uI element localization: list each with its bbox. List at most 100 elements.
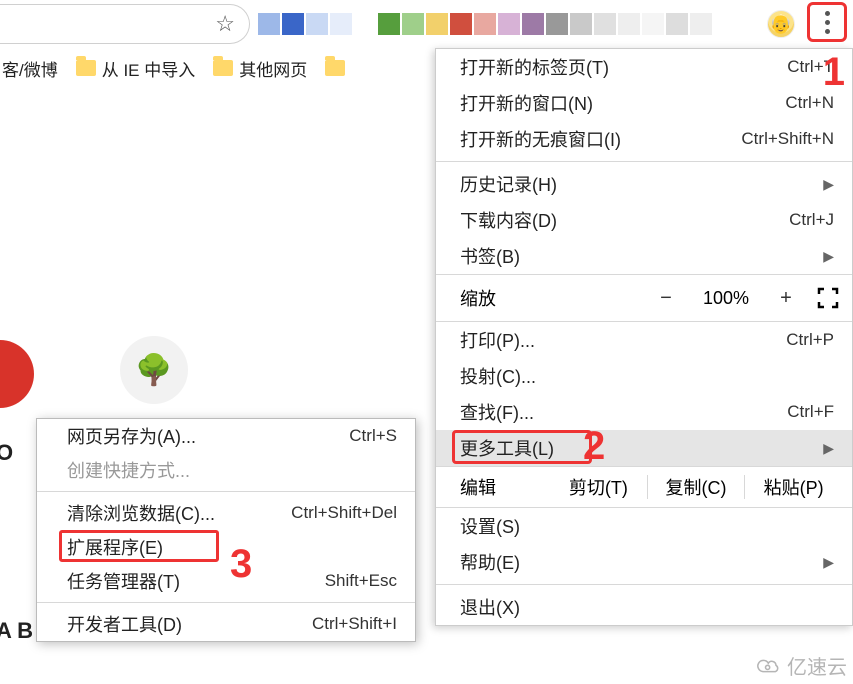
- site-shortcut-circle[interactable]: [0, 340, 34, 408]
- menu-item[interactable]: 帮助(E)▶: [436, 544, 852, 580]
- annotation-number-2: 2: [583, 424, 605, 469]
- folder-icon: [325, 60, 345, 76]
- bookmark-label: 从 IE 中导入: [102, 56, 196, 81]
- folder-icon: [76, 60, 96, 76]
- edit-label: 编辑: [460, 474, 550, 500]
- menu-zoom-row: 缩放 − 100% +: [436, 274, 852, 322]
- color-swatch: [282, 13, 304, 35]
- menu-item[interactable]: 退出(X): [436, 589, 852, 625]
- watermark: 亿速云: [755, 651, 847, 680]
- color-swatch: [522, 13, 544, 35]
- bookmark-item[interactable]: [325, 60, 345, 76]
- color-swatch: [426, 13, 448, 35]
- chevron-right-icon: ▶: [823, 248, 834, 265]
- address-bar-tail[interactable]: ☆: [0, 4, 250, 44]
- zoom-label: 缩放: [460, 285, 636, 311]
- favicon: 🌳: [135, 353, 172, 388]
- menu-item[interactable]: 设置(S): [436, 508, 852, 544]
- site-shortcut-circle[interactable]: 🌳: [120, 336, 188, 404]
- bookmark-label: 其他网页: [239, 56, 307, 81]
- menu-item[interactable]: 打开新的无痕窗口(I)Ctrl+Shift+N: [436, 121, 852, 157]
- menu-item[interactable]: 历史记录(H)▶: [436, 166, 852, 202]
- zoom-in-button[interactable]: +: [766, 287, 806, 310]
- browser-toolbar: ☆ 👴: [0, 0, 853, 48]
- page-text-fragment: A B: [0, 618, 33, 644]
- pixelated-tab-strip: [258, 4, 736, 44]
- profile-avatar[interactable]: 👴: [767, 10, 795, 38]
- menu-item-label: 网页另存为(A)...: [67, 423, 349, 449]
- menu-item[interactable]: 书签(B)▶: [436, 238, 852, 274]
- zoom-value: 100%: [696, 288, 756, 309]
- chevron-right-icon: ▶: [823, 176, 834, 193]
- color-swatch: [258, 13, 280, 35]
- menu-item[interactable]: 打开新的标签页(T)Ctrl+T: [436, 49, 852, 85]
- menu-item-label: 打开新的窗口(N): [460, 90, 785, 116]
- menu-item[interactable]: 查找(F)...Ctrl+F: [436, 394, 852, 430]
- menu-shortcut: Shift+Esc: [325, 571, 397, 591]
- kebab-icon: [825, 11, 830, 34]
- menu-shortcut: Ctrl+J: [789, 210, 834, 230]
- folder-icon: [213, 60, 233, 76]
- fullscreen-icon[interactable]: [816, 286, 840, 310]
- color-swatch: [474, 13, 496, 35]
- color-swatch: [690, 13, 712, 35]
- bookmark-star-icon[interactable]: ☆: [215, 11, 235, 37]
- color-swatch: [450, 13, 472, 35]
- menu-item-label: 下载内容(D): [460, 207, 789, 233]
- menu-item[interactable]: 打印(P)...Ctrl+P: [436, 322, 852, 358]
- bookmark-label: 客/微博: [2, 56, 58, 81]
- menu-item-label: 书签(B): [460, 243, 823, 269]
- paste-button[interactable]: 粘贴(P): [745, 474, 842, 500]
- color-swatch: [498, 13, 520, 35]
- menu-item-label: 投射(C)...: [460, 363, 834, 389]
- bookmark-item[interactable]: 从 IE 中导入: [76, 56, 196, 81]
- menu-item[interactable]: 下载内容(D)Ctrl+J: [436, 202, 852, 238]
- menu-item-label: 开发者工具(D): [67, 611, 312, 637]
- menu-item-label: 任务管理器(T): [67, 568, 325, 594]
- color-swatch: [306, 13, 328, 35]
- zoom-out-button[interactable]: −: [646, 287, 686, 310]
- menu-item-label: 创建快捷方式...: [67, 457, 397, 483]
- menu-shortcut: Ctrl+Shift+N: [741, 129, 834, 149]
- menu-edit-row: 编辑 剪切(T) 复制(C) 粘贴(P): [436, 466, 852, 508]
- color-swatch: [618, 13, 640, 35]
- bookmark-item[interactable]: 其他网页: [213, 56, 307, 81]
- color-swatch: [402, 13, 424, 35]
- color-swatch: [666, 13, 688, 35]
- submenu-item[interactable]: 开发者工具(D)Ctrl+Shift+I: [37, 607, 415, 641]
- watermark-text: 亿速云: [787, 651, 847, 680]
- submenu-item[interactable]: 网页另存为(A)...Ctrl+S: [37, 419, 415, 453]
- chevron-right-icon: ▶: [823, 440, 834, 457]
- menu-item[interactable]: 更多工具(L)▶: [436, 430, 852, 466]
- menu-item-label: 设置(S): [460, 513, 834, 539]
- menu-item[interactable]: 投射(C)...: [436, 358, 852, 394]
- main-menu-button[interactable]: [807, 2, 847, 42]
- menu-shortcut: Ctrl+S: [349, 426, 397, 446]
- menu-shortcut: Ctrl+N: [785, 93, 834, 113]
- page-text-fragment: O: [0, 440, 13, 466]
- menu-separator: [436, 584, 852, 585]
- copy-button[interactable]: 复制(C): [648, 474, 745, 500]
- annotation-box: [452, 430, 592, 464]
- menu-item-label: 退出(X): [460, 594, 834, 620]
- bookmark-item[interactable]: 客/微博: [2, 56, 58, 81]
- avatar-emoji: 👴: [770, 14, 792, 35]
- color-swatch: [594, 13, 616, 35]
- menu-shortcut: Ctrl+P: [786, 330, 834, 350]
- submenu-item[interactable]: 清除浏览数据(C)...Ctrl+Shift+Del: [37, 496, 415, 530]
- main-dropdown-menu: 打开新的标签页(T)Ctrl+T打开新的窗口(N)Ctrl+N打开新的无痕窗口(…: [435, 48, 853, 626]
- menu-item-label: 打印(P)...: [460, 327, 786, 353]
- menu-item-label: 查找(F)...: [460, 399, 787, 425]
- submenu-item: 创建快捷方式...: [37, 453, 415, 487]
- menu-item[interactable]: 打开新的窗口(N)Ctrl+N: [436, 85, 852, 121]
- cut-button[interactable]: 剪切(T): [550, 474, 647, 500]
- menu-shortcut: Ctrl+Shift+Del: [291, 503, 397, 523]
- menu-separator: [436, 161, 852, 162]
- color-swatch: [378, 13, 400, 35]
- menu-shortcut: Ctrl+Shift+I: [312, 614, 397, 634]
- color-swatch: [714, 13, 736, 35]
- submenu-item[interactable]: 任务管理器(T)Shift+Esc: [37, 564, 415, 598]
- menu-item-label: 清除浏览数据(C)...: [67, 500, 291, 526]
- color-swatch: [642, 13, 664, 35]
- submenu-item[interactable]: 扩展程序(E): [37, 530, 415, 564]
